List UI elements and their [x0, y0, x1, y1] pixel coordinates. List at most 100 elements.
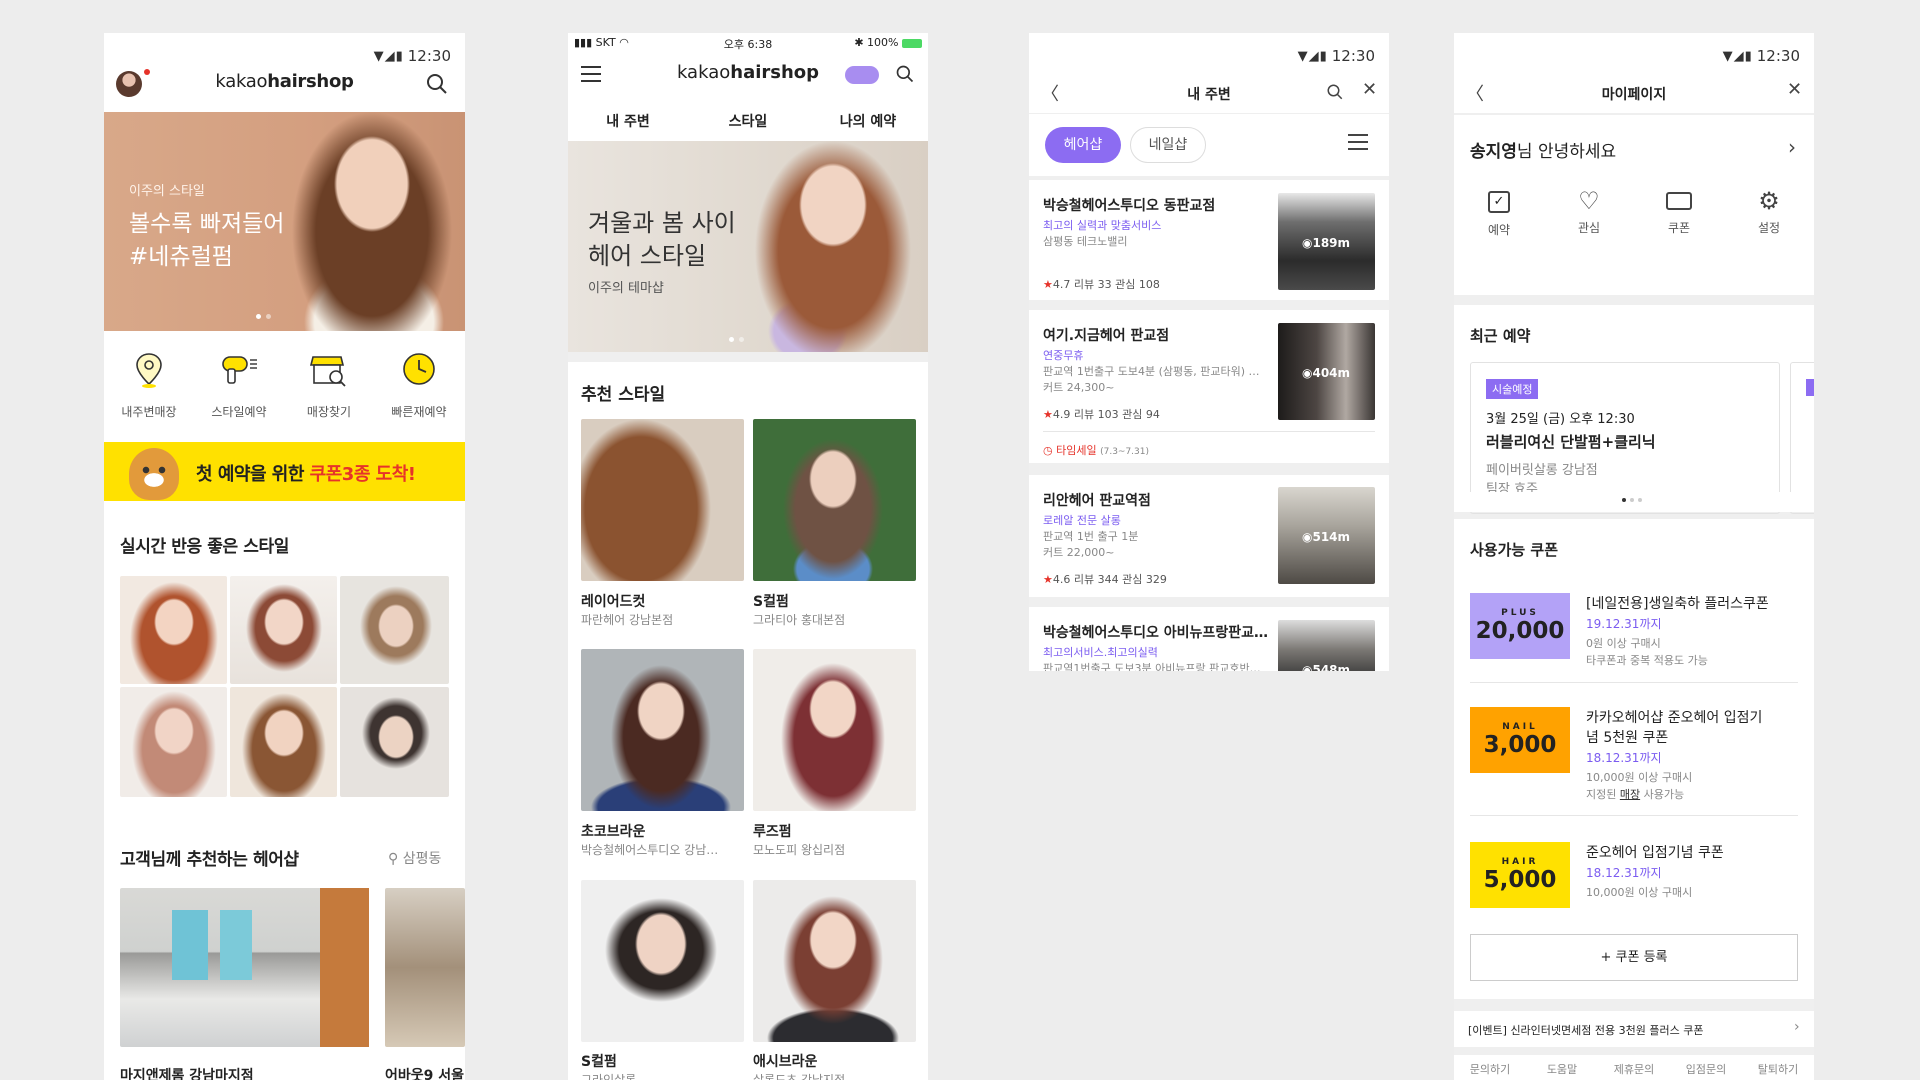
- shop-card[interactable]: 박승철헤어스투디오 동판교점 최고의 실력과 맞춤서비스 삼평동 테크노밸리 ★…: [1029, 180, 1389, 300]
- style-photo[interactable]: [581, 649, 744, 811]
- event-banner[interactable]: [이벤트] 신라인터넷면세점 전용 3천원 플러스 쿠폰 ›: [1454, 1011, 1814, 1047]
- chevron-right-icon[interactable]: ›: [1788, 135, 1796, 159]
- register-coupon-button[interactable]: + 쿠폰 등록: [1470, 934, 1798, 981]
- coupon-condition: 10,000원 이상 구매시: [1586, 886, 1693, 899]
- status-time: 12:30: [407, 47, 451, 65]
- coupon-divider: [1470, 682, 1798, 683]
- my-menu-label: 쿠폰: [1667, 221, 1691, 235]
- location-beta-icon[interactable]: [845, 66, 879, 84]
- filter-settings-icon[interactable]: [1348, 134, 1368, 154]
- recommend-location-label: 삼평동: [402, 851, 442, 867]
- search-icon[interactable]: [425, 72, 449, 96]
- style-name: 루즈펌: [753, 824, 792, 840]
- status-bar: ▼◢▮ 12:30: [1454, 33, 1814, 79]
- carousel-dot: [1638, 498, 1642, 502]
- chip-nailshop[interactable]: 네일샵: [1130, 127, 1206, 163]
- style-thumbnail[interactable]: [340, 576, 449, 684]
- style-photo[interactable]: [753, 649, 916, 811]
- search-icon[interactable]: [1326, 83, 1344, 101]
- store-search-icon: [309, 356, 346, 387]
- promo-text: 첫 예약을 위한 쿠폰3종 도착!: [196, 460, 416, 486]
- shop-name: 리안헤어 판교역점: [1043, 493, 1151, 509]
- heart-icon: ♡: [1578, 187, 1600, 215]
- coupon-badge-plus: PLUS 20,000: [1470, 593, 1570, 659]
- realtime-section-title: 실시간 반응 좋은 스타일: [120, 537, 289, 557]
- footer-link[interactable]: 탈퇴하기: [1742, 1061, 1814, 1077]
- logo-hairshop: hairshop: [730, 62, 820, 83]
- shop-photo[interactable]: [120, 888, 369, 1047]
- footer-link[interactable]: 입점문의: [1670, 1061, 1742, 1077]
- style-name: 초코브라운: [581, 824, 646, 840]
- battery-icon: [902, 38, 922, 48]
- star-icon: ★: [1043, 408, 1053, 421]
- time-sale: ◷ 타임세일 (7.3~7.31): [1043, 442, 1149, 458]
- coupon-title[interactable]: [네일전용]생일축하 플러스쿠폰: [1586, 593, 1769, 613]
- shop-distance: 548m: [1312, 663, 1351, 671]
- shop-card[interactable]: 리안헤어 판교역점 로레알 전문 살롱 판교역 1번 출구 1분 커트 22,0…: [1029, 475, 1389, 597]
- filter-bar: 헤어샵 네일샵: [1029, 114, 1389, 176]
- my-menu-item[interactable]: 쿠폰: [1634, 183, 1724, 253]
- shop-card[interactable]: 여기.지금헤어 판교점 연중무휴 판교역 1번출구 도보4분 (삼평동, 판교타…: [1029, 310, 1389, 463]
- shop-distance: 404m: [1312, 366, 1351, 380]
- promo-prefix: 첫 예약을 위한: [196, 464, 310, 485]
- style-shop: 박승철헤어스투디오 강남…: [581, 843, 719, 857]
- logo-kakao: kakao: [215, 71, 268, 92]
- footer-link[interactable]: 문의하기: [1454, 1061, 1526, 1077]
- shop-photo: ◉189m: [1278, 193, 1375, 290]
- coupon-value: 5,000: [1483, 867, 1557, 893]
- style-photo[interactable]: [753, 880, 916, 1042]
- coupon-expiry: 19.12.31까지: [1586, 617, 1662, 631]
- my-menu-item[interactable]: ⚙ 설정: [1724, 183, 1814, 253]
- tab-style[interactable]: 스타일: [688, 111, 808, 131]
- style-thumbnail[interactable]: [120, 687, 227, 797]
- carousel-dot-active: [729, 337, 734, 342]
- footer-link[interactable]: 도움말: [1526, 1061, 1598, 1077]
- coupon-title[interactable]: 준오헤어 입점기념 쿠폰: [1586, 842, 1724, 862]
- tab-nearby[interactable]: 내 주변: [568, 111, 688, 131]
- my-menu-item[interactable]: ♡ 관심: [1544, 183, 1634, 253]
- recommend-location[interactable]: ⚲ 삼평동: [388, 848, 441, 868]
- style-photo[interactable]: [581, 419, 744, 581]
- close-icon[interactable]: ✕: [1362, 79, 1377, 100]
- style-thumbnail[interactable]: [230, 687, 337, 797]
- time-sale-period: (7.3~7.31): [1100, 447, 1150, 457]
- style-name: S컬펌: [581, 1054, 617, 1070]
- shop-rating: 4.7: [1052, 278, 1071, 291]
- distance-badge: ◉189m: [1302, 236, 1351, 250]
- location-pin-icon: [136, 353, 162, 388]
- shop-likes: 관심 108: [1115, 278, 1160, 291]
- search-icon[interactable]: [895, 64, 915, 84]
- style-thumbnail[interactable]: [230, 576, 337, 684]
- footer-links: 문의하기 도움말 제휴문의 입점문의 탈퇴하기: [1454, 1055, 1814, 1080]
- hero-banner[interactable]: 겨울과 봄 사이 헤어 스타일 이주의 테마샵: [568, 141, 928, 352]
- chip-hairshop[interactable]: 헤어샵: [1045, 127, 1121, 163]
- shop-rating: 4.6: [1052, 573, 1071, 586]
- close-icon[interactable]: ✕: [1787, 79, 1802, 100]
- greeting[interactable]: 송지영님 안녕하세요: [1470, 137, 1616, 162]
- signal-icon: ▼◢▮: [373, 48, 404, 64]
- tab-my-reservation[interactable]: 나의 예약: [808, 111, 928, 131]
- status-battery: ✱ 100%: [854, 36, 922, 49]
- banner-model-photo: [738, 141, 928, 352]
- style-photo[interactable]: [753, 419, 916, 581]
- style-photo[interactable]: [581, 880, 744, 1042]
- coupon-expiry: 18.12.31까지: [1586, 866, 1662, 880]
- shop-reviews: 리뷰 103: [1073, 408, 1119, 421]
- status-badge: [1806, 379, 1814, 396]
- my-menu-item[interactable]: ✓ 예약: [1454, 183, 1544, 253]
- shop-name: 여기.지금헤어 판교점: [1043, 328, 1170, 344]
- style-thumbnail[interactable]: [340, 687, 449, 797]
- shop-rating: 4.9: [1052, 408, 1071, 421]
- shop-photo[interactable]: [385, 888, 465, 1047]
- shop-card[interactable]: 박승철헤어스투디오 아비뉴프랑판교… 최고의서비스.최고의실력 판교역1번출구 …: [1029, 607, 1389, 671]
- hero-banner[interactable]: 이주의 스타일 볼수록 빠져들어 #네츄럴펌: [104, 112, 465, 331]
- footer-link[interactable]: 제휴문의: [1598, 1061, 1670, 1077]
- coupon-title[interactable]: 념 5천원 쿠폰: [1586, 727, 1668, 747]
- shop-photo: ◉548m: [1278, 620, 1375, 671]
- recent-reservation-section: 최근 예약 시술예정 3월 25일 (금) 오후 12:30 러블리여신 단발펌…: [1454, 305, 1814, 514]
- banner-title-line1: 볼수록 빠져들어: [129, 211, 285, 237]
- coupon-promo-banner[interactable]: 첫 예약을 위한 쿠폰3종 도착!: [104, 442, 465, 501]
- style-thumbnail[interactable]: [120, 576, 227, 684]
- coupon-store-link[interactable]: 매장: [1620, 788, 1640, 801]
- coupon-title[interactable]: 카카오헤어샵 준오헤어 입점기: [1586, 707, 1762, 727]
